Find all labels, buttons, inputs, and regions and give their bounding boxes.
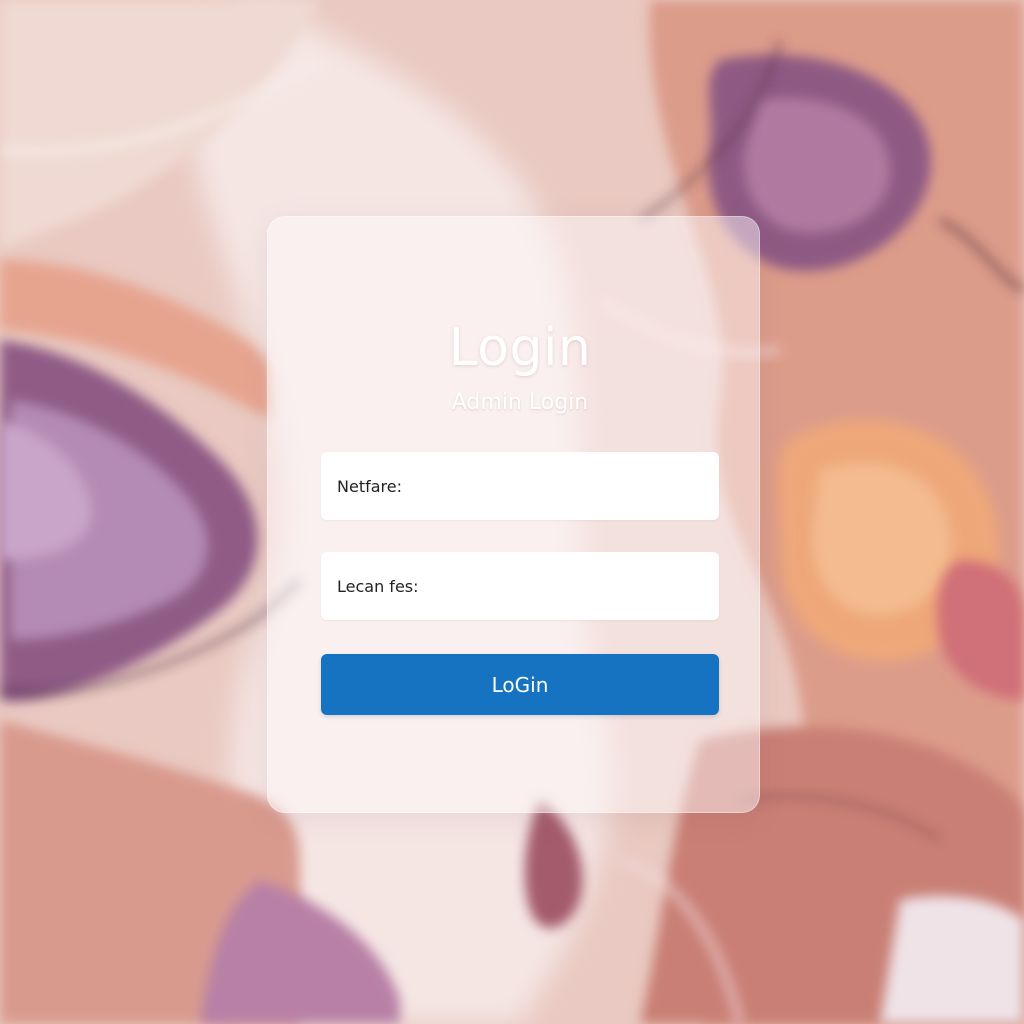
password-input[interactable] <box>418 555 719 617</box>
username-field[interactable]: Netfare: <box>321 452 719 520</box>
password-label: Lecan fes: <box>337 576 419 596</box>
password-field[interactable]: Lecan fes: <box>321 552 719 620</box>
page-subtitle: Admin Login <box>451 390 589 415</box>
page-title: Login <box>448 318 592 378</box>
username-label: Netfare: <box>337 476 402 496</box>
username-input[interactable] <box>401 455 719 517</box>
login-button[interactable]: LoGin <box>321 654 719 715</box>
